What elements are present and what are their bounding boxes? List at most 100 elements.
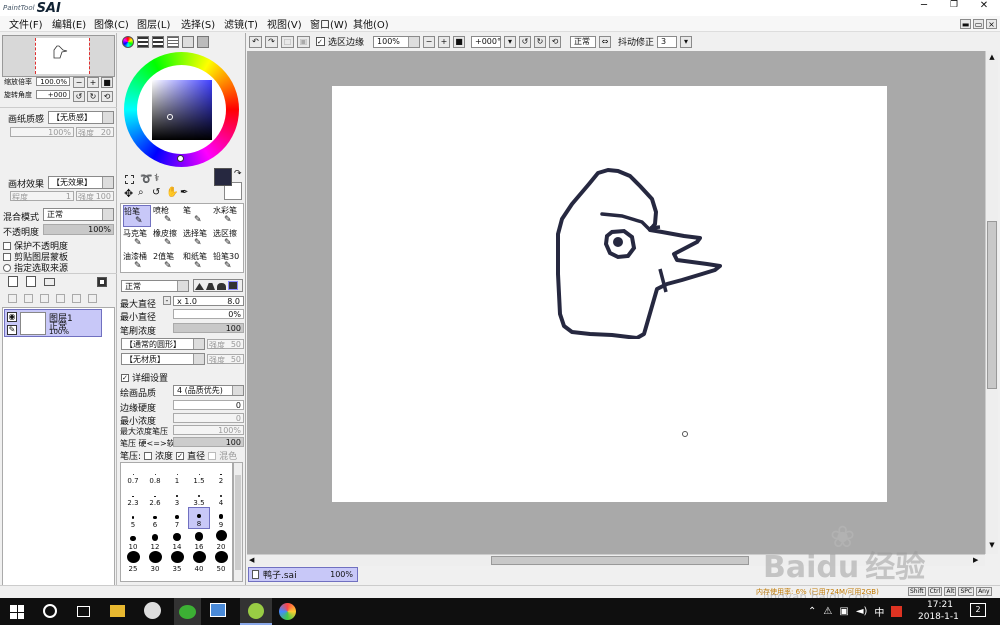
restore-button[interactable]: ❐: [940, 0, 968, 16]
clear-layer-icon[interactable]: [40, 294, 49, 303]
brush-size-cell[interactable]: 0.8: [144, 463, 166, 485]
menu-file[interactable]: 文件(F): [9, 16, 52, 31]
checkbox-checked[interactable]: ✓: [176, 451, 185, 460]
magic-wand-icon[interactable]: ⚕: [154, 173, 159, 184]
canvas-paper[interactable]: [332, 86, 887, 502]
checkbox[interactable]: [144, 451, 153, 460]
rotate-left-button[interactable]: ↺: [519, 35, 532, 48]
canvas-viewport[interactable]: [247, 51, 985, 554]
menu-window[interactable]: 窗口(W): [310, 16, 353, 31]
material-effect-select[interactable]: 【无效果】: [48, 176, 114, 189]
radio[interactable]: [3, 263, 11, 272]
rotate-cw-button[interactable]: ↻: [87, 91, 99, 102]
minimize-button[interactable]: ─: [910, 0, 938, 16]
menu-image[interactable]: 图像(C): [94, 16, 137, 31]
paper-scale-slider[interactable]: 100%: [10, 127, 74, 137]
brush-size-cell[interactable]: 4: [210, 485, 232, 507]
scroll-right-arrow-icon[interactable]: ▶: [973, 556, 983, 566]
brush-size-cell[interactable]: 2: [210, 463, 232, 485]
clock-date[interactable]: 2018-1-1: [918, 612, 959, 622]
checkbox[interactable]: [208, 451, 217, 460]
vertical-scroll-thumb[interactable]: [987, 221, 997, 389]
brush-size-cell[interactable]: 40: [188, 551, 210, 573]
tool-5[interactable]: 橡皮擦 ✎: [153, 228, 181, 250]
paper-texture-select[interactable]: 【无质感】: [48, 111, 114, 124]
rotate-field[interactable]: +000: [36, 90, 70, 99]
zoom-out-button[interactable]: −: [73, 77, 85, 88]
checkbox[interactable]: [3, 241, 11, 250]
soft-shape-icon[interactable]: [195, 283, 204, 290]
size-lock-icon[interactable]: -: [163, 296, 171, 305]
rgb-slider-tab-icon[interactable]: [137, 36, 149, 48]
toolbar-zoom-reset-button[interactable]: ■: [453, 35, 466, 48]
brush-size-cell[interactable]: 2.6: [144, 485, 166, 507]
scroll-up-arrow-icon[interactable]: ▲: [987, 53, 997, 63]
scroll-left-arrow-icon[interactable]: ◀: [249, 556, 259, 566]
move-icon[interactable]: ✥: [124, 187, 133, 200]
menu-view[interactable]: 视图(V): [267, 16, 310, 31]
app-icon-color[interactable]: [279, 603, 296, 620]
tool-4[interactable]: 马克笔 ✎: [123, 228, 151, 250]
app-icon-browser[interactable]: [144, 602, 161, 619]
notification-icon[interactable]: 2: [970, 603, 986, 617]
saturation-value-square[interactable]: [152, 80, 212, 140]
navigator-preview[interactable]: [2, 35, 115, 77]
menu-select[interactable]: 选择(S): [181, 16, 224, 31]
rotate-right-button[interactable]: ↻: [534, 35, 547, 48]
brush-size-cell[interactable]: 8: [188, 507, 210, 529]
swatch-tab-icon[interactable]: [167, 36, 179, 48]
brush-size-cell[interactable]: 30: [144, 551, 166, 573]
clock-time[interactable]: 17:21: [927, 600, 953, 610]
close-button[interactable]: ✕: [970, 0, 998, 16]
angle-select[interactable]: +000°: [471, 35, 502, 48]
medium-shape-icon[interactable]: [206, 283, 215, 290]
brush-size-cell[interactable]: 0.7: [122, 463, 144, 485]
zoom-reset-button[interactable]: ■: [101, 77, 113, 88]
color-wheel[interactable]: [124, 52, 239, 167]
checkbox[interactable]: [3, 252, 11, 261]
flat-shape-icon[interactable]: [228, 281, 238, 290]
windows-start-icon[interactable]: [10, 605, 24, 619]
ime-indicator[interactable]: 中: [874, 604, 884, 619]
menu-edit[interactable]: 编辑(E): [52, 16, 94, 31]
scratchpad-tab-icon[interactable]: [182, 36, 194, 48]
brush-size-cell[interactable]: 1.5: [188, 463, 210, 485]
rotate-ccw-button[interactable]: ↺: [73, 91, 85, 102]
cortana-search-icon[interactable]: [43, 604, 57, 618]
checkbox-checked[interactable]: ✓: [121, 373, 129, 382]
min-size-slider[interactable]: 0%: [173, 309, 244, 319]
angle-dropdown-button[interactable]: ▾: [504, 35, 517, 48]
brush-size-cell[interactable]: 3.5: [188, 485, 210, 507]
tray-volume-icon[interactable]: ◄): [856, 606, 868, 617]
rotate-tool-icon[interactable]: ↺: [152, 187, 160, 198]
zoom-tool-icon[interactable]: ⌕: [138, 187, 144, 198]
detail-settings-toggle[interactable]: ✓ 详细设置: [121, 371, 168, 384]
undo-button[interactable]: ↶: [249, 35, 262, 48]
tool-8[interactable]: 油漆桶 ✎: [123, 251, 151, 273]
brush-size-cell[interactable]: 25: [122, 551, 144, 573]
pressure-hardness-slider[interactable]: 100: [173, 437, 244, 447]
rotate-reset-button-2[interactable]: ⟲: [549, 35, 562, 48]
menu-layer[interactable]: 图层(L): [137, 16, 181, 31]
min-density-slider[interactable]: 0: [173, 413, 244, 423]
deselect-button[interactable]: □: [281, 35, 294, 48]
tray-monitor-icon[interactable]: ▣: [839, 606, 848, 617]
tool-9[interactable]: 2值笔 ✎: [153, 251, 181, 273]
layer-row[interactable]: ◉ ✎ 图层1 正常 100%: [4, 309, 102, 337]
brush-size-cell[interactable]: 10: [122, 529, 144, 551]
app-icon-image-viewer[interactable]: [210, 603, 226, 617]
tool-0[interactable]: 铅笔 ✎: [123, 205, 151, 227]
brush-size-cell[interactable]: 50: [210, 551, 232, 573]
panel-restore-button[interactable]: ▭: [973, 19, 984, 29]
selection-edge-checkbox[interactable]: ✓: [316, 37, 325, 46]
new-linework-icon[interactable]: [26, 276, 36, 287]
copy-layer-icon[interactable]: [88, 294, 97, 303]
menu-filter[interactable]: 滤镜(T): [224, 16, 267, 31]
hard-shape-icon[interactable]: [217, 283, 226, 290]
brush-size-cell[interactable]: 3: [166, 485, 188, 507]
rotate-reset-button[interactable]: ⟲: [101, 91, 113, 102]
eyedropper-icon[interactable]: ✒: [180, 187, 188, 198]
hand-icon[interactable]: ✋: [166, 187, 178, 198]
edge-hardness-slider[interactable]: 0: [173, 400, 244, 410]
max-density-pressure-slider[interactable]: 100%: [173, 425, 244, 435]
